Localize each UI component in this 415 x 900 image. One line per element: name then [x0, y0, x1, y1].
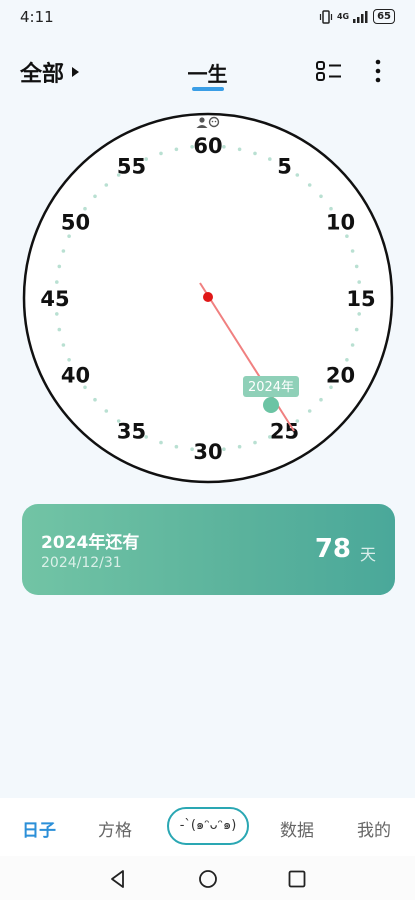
- clock-number-label: 25: [270, 420, 299, 444]
- clock-tick-dot: [319, 194, 323, 199]
- clock-tick-dot: [354, 327, 359, 332]
- nav-item-data[interactable]: 数据: [280, 816, 314, 841]
- clock-tick-dot: [61, 343, 66, 347]
- current-year-dot[interactable]: [263, 397, 279, 413]
- clock-tick-dot: [345, 358, 349, 362]
- year-marker-label: 2024年: [248, 380, 294, 395]
- clock-tick-dot: [307, 183, 312, 187]
- app-screen: 4:11 4G 65 全部 一生 60 5 10 15 20 25 30 35 …: [0, 0, 415, 900]
- clock-tick-dot: [104, 183, 109, 187]
- clock-number-label: 60: [193, 134, 222, 158]
- clock-tick-dot: [357, 312, 362, 316]
- clock-number-label: 5: [277, 155, 292, 179]
- clock-tick-dot: [345, 234, 349, 238]
- page-title[interactable]: 一生: [0, 58, 415, 87]
- more-options-icon[interactable]: [368, 58, 388, 84]
- clock-tick-dot: [350, 249, 355, 253]
- clock-tick-dot: [319, 397, 323, 402]
- clock-number-label: 55: [117, 155, 146, 179]
- clock-tick-dot: [67, 234, 71, 238]
- clock-tick-dot: [93, 397, 97, 402]
- clock-tick-dot: [104, 409, 109, 413]
- status-time: 4:11: [20, 8, 54, 26]
- nav-item-days[interactable]: 日子: [22, 816, 56, 841]
- clock-tick-dot: [57, 327, 62, 332]
- clock-tick-dot: [295, 173, 300, 177]
- nav-item-mine[interactable]: 我的: [357, 816, 391, 841]
- clock-tick-dot: [357, 280, 362, 284]
- vibrate-icon: [319, 9, 333, 24]
- days-unit: 天: [359, 545, 376, 564]
- clock-tick-dot: [237, 444, 242, 449]
- clock-tick-dot: [55, 312, 59, 316]
- battery-level: 65: [373, 9, 395, 24]
- card-title: 2024年还有: [41, 533, 140, 553]
- clock-tick-dot: [57, 264, 62, 269]
- clock-tick-dot: [222, 447, 226, 452]
- top-header: 全部 一生: [0, 50, 415, 94]
- clock-number-label: 35: [117, 420, 146, 444]
- clock-number-label: 10: [326, 211, 355, 235]
- system-nav-bar: [0, 856, 415, 900]
- clock-tick-dot: [174, 444, 179, 449]
- clock-tick-dot: [222, 145, 226, 149]
- back-icon[interactable]: [108, 869, 128, 889]
- clock-tick-dot: [237, 147, 242, 152]
- clock-number-label: 50: [61, 211, 90, 235]
- clock-tick-dot: [67, 358, 71, 362]
- clock-number-label: 45: [40, 287, 69, 311]
- clock-tick-dot: [268, 157, 272, 161]
- card-date: 2024/12/31: [41, 555, 122, 571]
- nav-item-grid[interactable]: 方格: [98, 816, 132, 841]
- clock-tick-dot: [159, 151, 163, 156]
- title-underline: [192, 87, 224, 91]
- clock-tick-dot: [354, 264, 359, 269]
- recents-icon[interactable]: [287, 869, 307, 889]
- clock-number-label: 15: [346, 287, 375, 311]
- clock-tick-dot: [350, 343, 355, 347]
- clock-tick-dot: [55, 280, 59, 284]
- clock-tick-dot: [93, 194, 97, 199]
- clock-number-label: 20: [326, 364, 355, 388]
- clock-tick-dot: [253, 151, 257, 156]
- status-bar: 4:11 4G 65: [0, 0, 415, 36]
- nav-center-emoticon-button[interactable]: -`(๑ᵔᴗᵔ๑): [167, 807, 249, 845]
- clock-number-label: 40: [61, 364, 90, 388]
- clock-tick-dot: [174, 147, 179, 152]
- signal-icon: [353, 10, 368, 23]
- home-icon[interactable]: [198, 869, 218, 889]
- clock-tick-dot: [61, 249, 66, 253]
- days-remaining-count: 78: [314, 534, 351, 564]
- list-view-icon[interactable]: [316, 60, 342, 82]
- clock-tick-dot: [159, 440, 163, 445]
- bottom-nav: 日子 方格 -`(๑ᵔᴗᵔ๑) 数据 我的: [0, 798, 415, 856]
- clock-tick-dot: [307, 409, 312, 413]
- clock-number-label: 30: [193, 440, 222, 464]
- life-clock-face: 60 5 10 15 20 25 30 35 40 45 50 55 2024年: [22, 112, 394, 484]
- life-clock[interactable]: 60 5 10 15 20 25 30 35 40 45 50 55 2024年: [21, 112, 395, 484]
- clock-center-dot: [203, 292, 213, 302]
- status-icons: 4G 65: [319, 9, 395, 24]
- year-countdown-card[interactable]: 2024年还有 2024/12/31 78 天: [22, 504, 395, 595]
- network-label: 4G: [336, 12, 350, 21]
- clock-tick-dot: [253, 440, 257, 445]
